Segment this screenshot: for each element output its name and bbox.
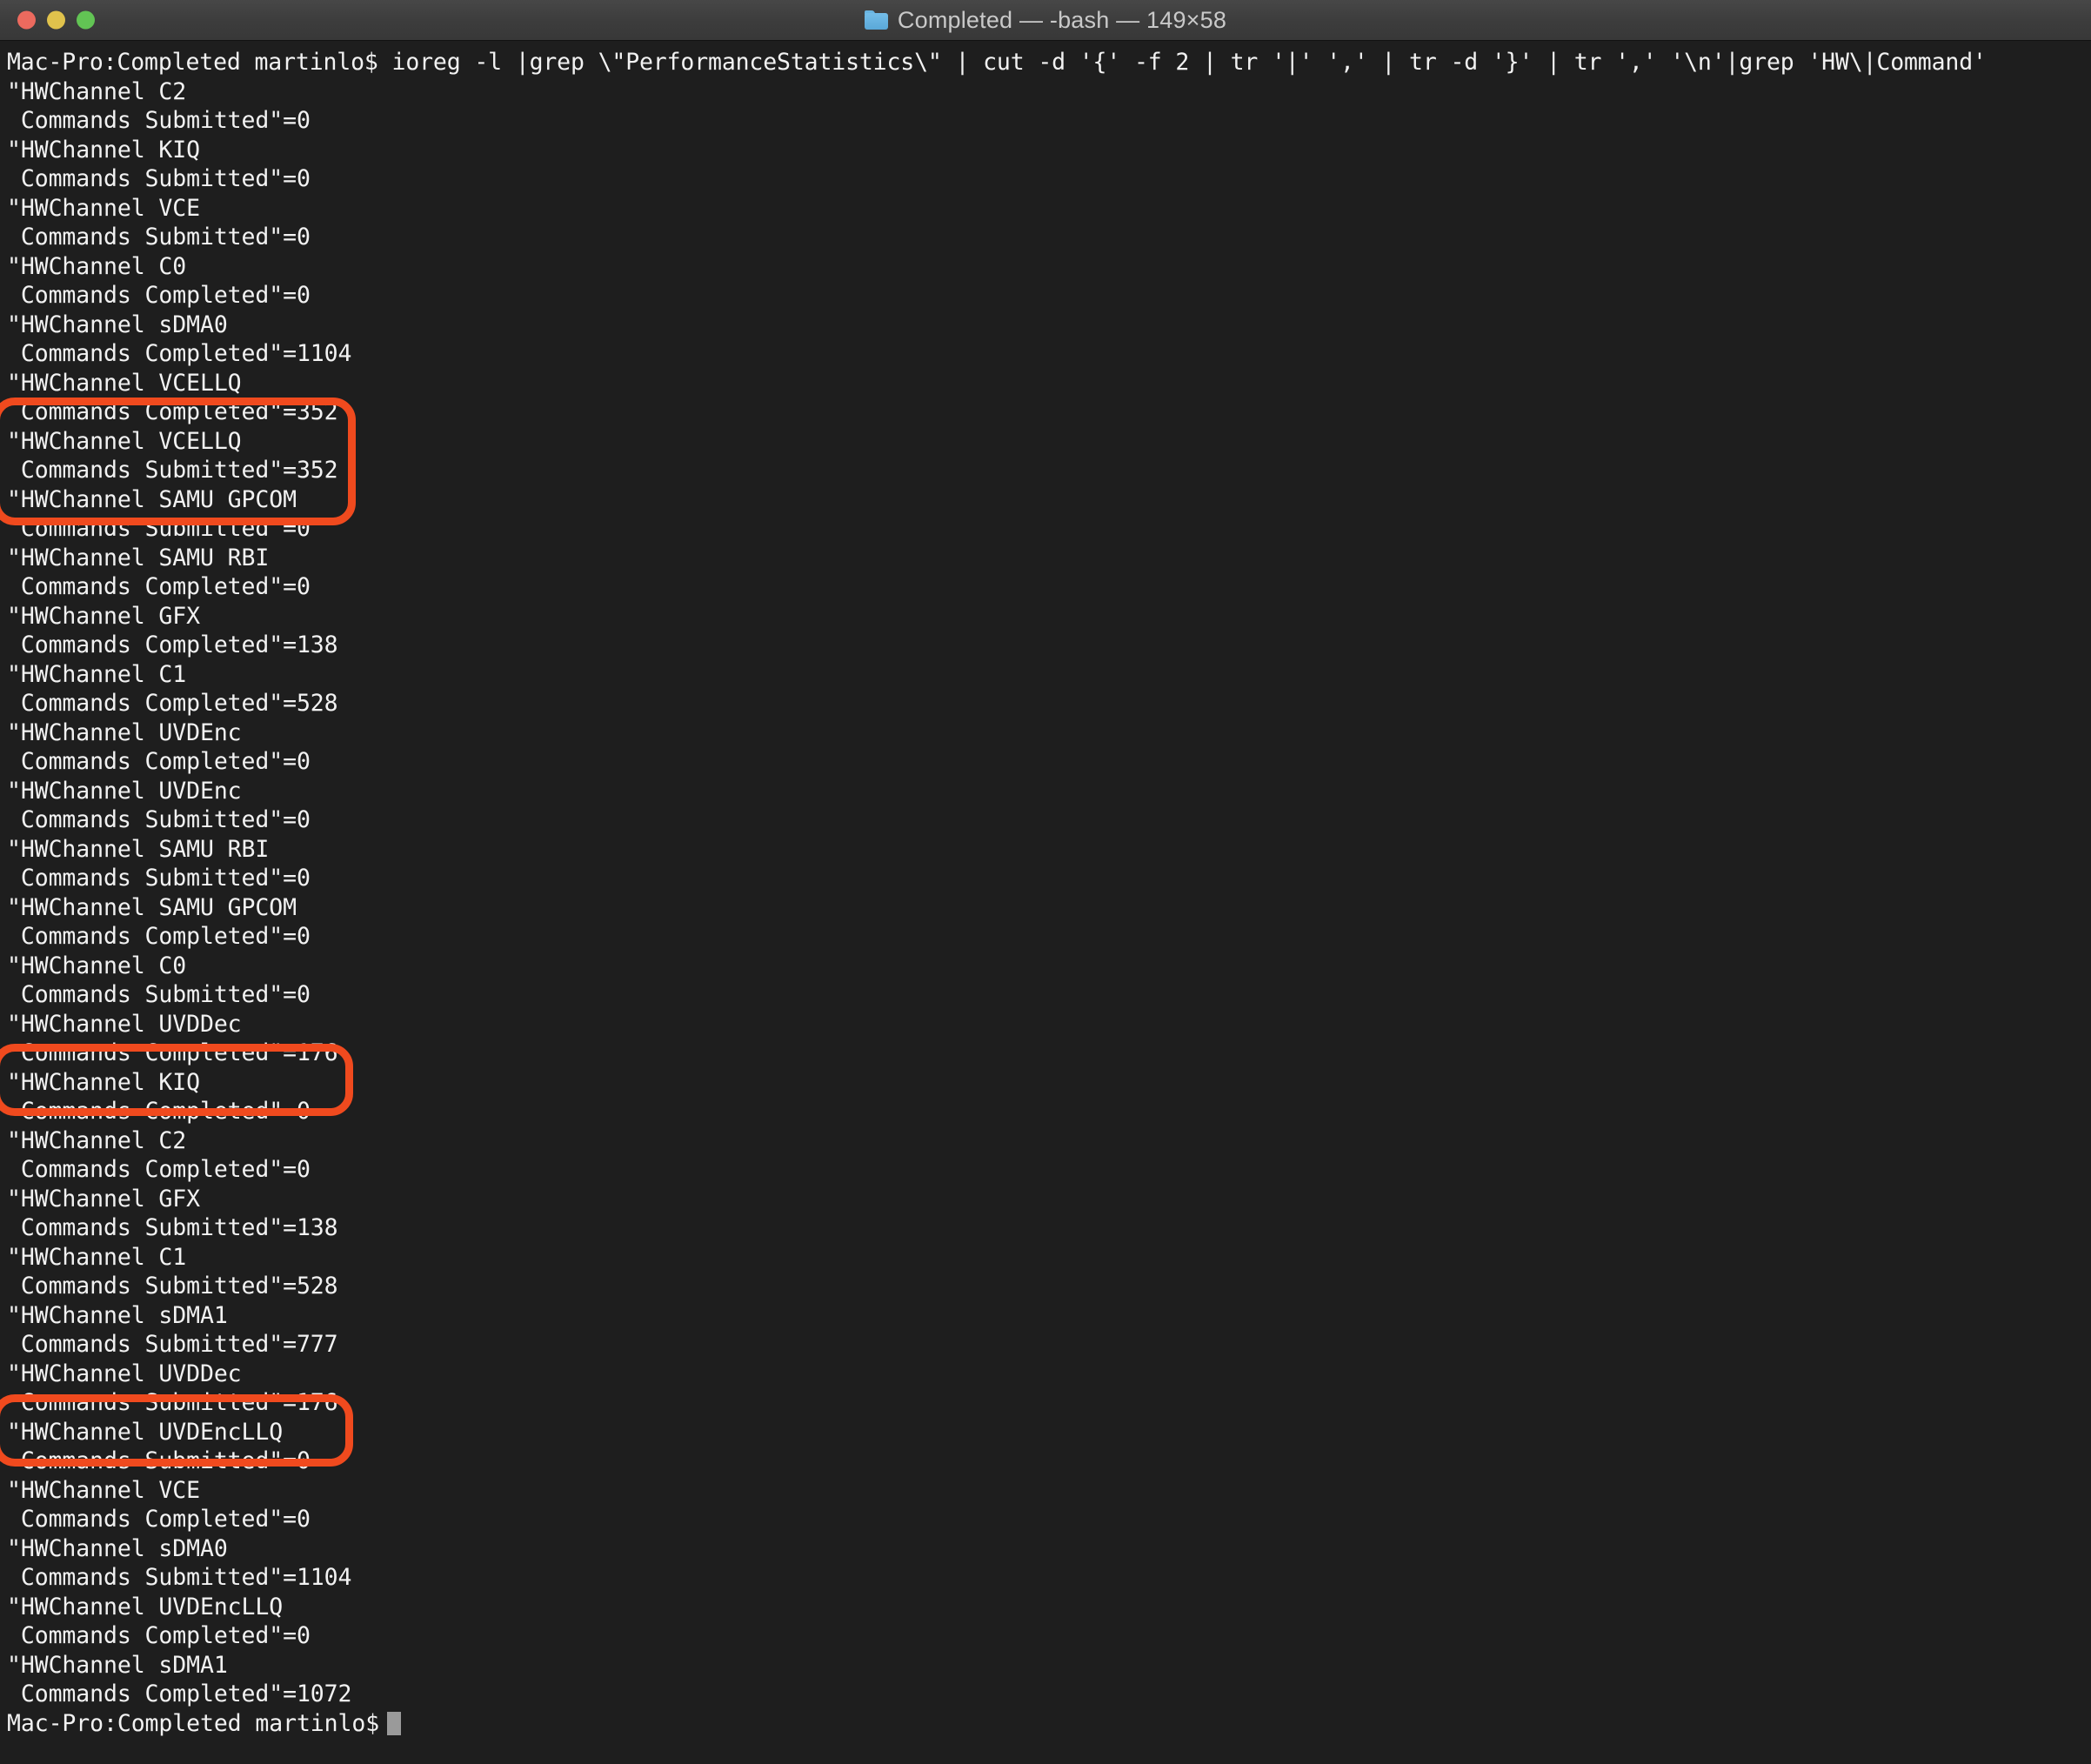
output-line: "HWChannel SAMU RBI <box>7 544 270 571</box>
output-line: "HWChannel UVDEncLLQ <box>7 1418 284 1446</box>
output-line: Commands Submitted"=0 <box>7 107 311 134</box>
output-line: Commands Completed"=0 <box>7 573 311 600</box>
output-line: "HWChannel SAMU RBI <box>7 835 270 863</box>
output-line: "HWChannel SAMU GPCOM <box>7 485 297 513</box>
folder-icon <box>864 10 888 30</box>
output-line: "HWChannel KIQ <box>7 136 200 164</box>
terminal-window: Completed — -bash — 149×58 Mac-Pro:Compl… <box>0 0 2091 1764</box>
output-line: Commands Submitted"=1104 <box>7 1564 352 1591</box>
output-line: "HWChannel UVDDec <box>7 1010 242 1038</box>
output-lines: "HWChannel C2 Commands Submitted"=0 "HWCh… <box>7 77 2091 1709</box>
output-line: Commands Submitted"=777 <box>7 1331 338 1358</box>
output-line: Commands Completed"=138 <box>7 631 338 658</box>
output-line: Commands Submitted"=0 <box>7 865 311 892</box>
window-controls <box>17 10 95 30</box>
title-bar[interactable]: Completed — -bash — 149×58 <box>0 0 2091 41</box>
output-line: Commands Completed"=0 <box>7 282 311 309</box>
output-line: "HWChannel sDMA1 <box>7 1651 228 1679</box>
output-line: Commands Submitted"=0 <box>7 806 311 833</box>
output-line: "HWChannel sDMA0 <box>7 311 228 338</box>
output-line: Commands Completed"=0 <box>7 1622 311 1649</box>
output-line: Commands Submitted"=176 <box>7 1389 338 1416</box>
output-line: Commands Submitted"=0 <box>7 515 311 542</box>
output-line: Commands Completed"=176 <box>7 1039 338 1066</box>
output-line: "HWChannel VCE <box>7 1476 200 1504</box>
output-line: Commands Completed"=352 <box>7 398 338 425</box>
output-line: "HWChannel SAMU GPCOM <box>7 893 297 921</box>
output-line: "HWChannel sDMA1 <box>7 1301 228 1329</box>
title-group: Completed — -bash — 149×58 <box>864 6 1227 34</box>
output-line: Commands Submitted"=352 <box>7 457 338 484</box>
output-line: "HWChannel VCE <box>7 194 200 222</box>
output-line: Commands Completed"=0 <box>7 923 311 950</box>
window-title: Completed — -bash — 149×58 <box>897 6 1227 33</box>
output-line: Commands Completed"=1104 <box>7 340 352 367</box>
output-line: Commands Submitted"=138 <box>7 1214 338 1241</box>
output-line: "HWChannel C1 <box>7 660 187 688</box>
minimize-button[interactable] <box>47 10 65 30</box>
output-line: "HWChannel UVDEnc <box>7 718 242 746</box>
output-line: "HWChannel UVDEncLLQ <box>7 1593 284 1620</box>
output-line: Commands Completed"=0 <box>7 1098 311 1125</box>
text-cursor <box>387 1711 402 1735</box>
output-line: "HWChannel C2 <box>7 77 187 105</box>
output-line: Commands Completed"=0 <box>7 748 311 775</box>
output-line: "HWChannel C0 <box>7 252 187 280</box>
close-button[interactable] <box>17 10 36 30</box>
terminal-body[interactable]: Mac-Pro:Completed martinlo$ ioreg -l |gr… <box>0 41 2091 1764</box>
output-line: "HWChannel KIQ <box>7 1068 200 1096</box>
output-line: "HWChannel VCELLQ <box>7 427 242 455</box>
terminal-output: Mac-Pro:Completed martinlo$ ioreg -l |gr… <box>0 48 2091 1738</box>
output-line: "HWChannel UVDEnc <box>7 777 242 805</box>
output-line: "HWChannel C2 <box>7 1126 187 1154</box>
maximize-button[interactable] <box>77 10 95 30</box>
output-line: "HWChannel GFX <box>7 602 200 630</box>
output-line: "HWChannel sDMA0 <box>7 1534 228 1562</box>
output-line: Commands Submitted"=0 <box>7 981 311 1008</box>
output-line: Commands Submitted"=0 <box>7 1447 311 1474</box>
final-prompt-line: Mac-Pro:Completed martinlo$ <box>7 1709 2091 1739</box>
output-line: Commands Completed"=0 <box>7 1506 311 1533</box>
output-line: Commands Completed"=1072 <box>7 1680 352 1707</box>
output-line: "HWChannel VCELLQ <box>7 369 242 397</box>
output-line: "HWChannel C0 <box>7 952 187 979</box>
output-line: "HWChannel UVDDec <box>7 1360 242 1387</box>
output-line: "HWChannel C1 <box>7 1243 187 1271</box>
shell-prompt: Mac-Pro:Completed martinlo$ <box>7 1709 380 1737</box>
output-line: Commands Submitted"=0 <box>7 224 311 251</box>
output-line: "HWChannel GFX <box>7 1185 200 1213</box>
output-line: Commands Completed"=0 <box>7 1156 311 1183</box>
output-line: Commands Submitted"=0 <box>7 165 311 192</box>
output-line: Commands Submitted"=528 <box>7 1273 338 1300</box>
output-line: Commands Completed"=528 <box>7 690 338 717</box>
command-line: Mac-Pro:Completed martinlo$ ioreg -l |gr… <box>7 49 1987 76</box>
